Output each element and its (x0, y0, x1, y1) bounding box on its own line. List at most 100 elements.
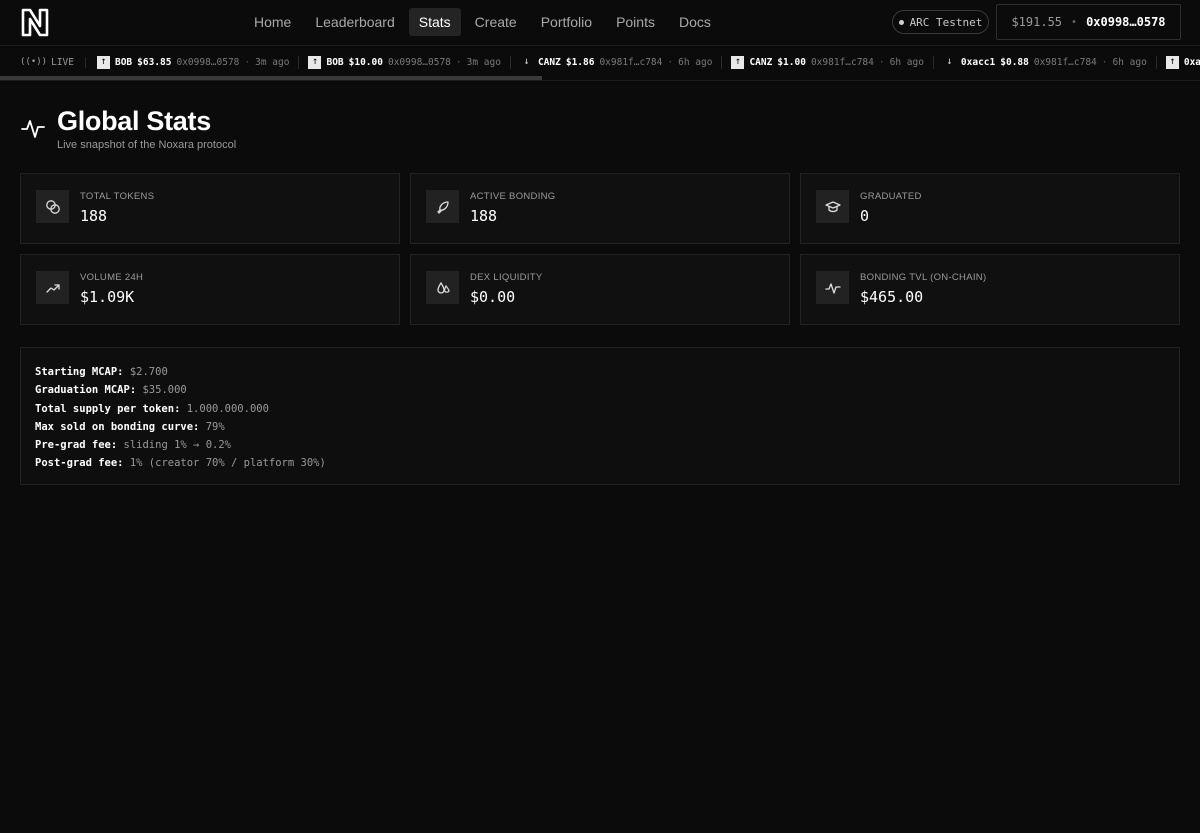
trade-symbol: BOB (114, 56, 133, 68)
trade-dot: · (878, 56, 885, 68)
param-key: Starting MCAP: (35, 366, 124, 378)
nav-home[interactable]: Home (244, 8, 301, 36)
protocol-parameters: Starting MCAP: $2.700 Graduation MCAP: $… (20, 347, 1180, 485)
param-row: Post-grad fee: 1% (creator 70% / platfor… (35, 454, 1179, 472)
stat-label: DEX LIQUIDITY (470, 272, 543, 283)
ticker-trade[interactable]: ↑ BOB $63.85 0x0998…0578 · 3m ago (96, 55, 300, 69)
stat-label: TOTAL TOKENS (80, 191, 155, 202)
trade-dot: · (455, 56, 462, 68)
ticker-trade[interactable]: ↑ BOB $10.00 0x0998…0578 · 3m ago (308, 55, 511, 69)
stat-value: $0.00 (470, 288, 516, 306)
trade-price: $0.88 (1000, 56, 1029, 68)
droplets-icon (426, 271, 459, 304)
param-row: Starting MCAP: $2.700 (35, 363, 1179, 381)
trade-dot: · (667, 56, 674, 68)
stat-card-active-bonding: ACTIVE BONDING 188 (410, 173, 790, 244)
network-name: ARC Testnet (909, 15, 983, 29)
stat-label: ACTIVE BONDING (470, 191, 556, 202)
trade-time: 6h ago (889, 56, 924, 68)
ticker-row: ((•)) LIVE ↑ BOB $63.85 0x0998…0578 · 3m… (20, 54, 1200, 70)
param-row: Total supply per token: 1.000.000.000 (35, 400, 1179, 418)
param-key: Pre-grad fee: (35, 439, 118, 452)
param-key: Max sold on bonding curve: (35, 420, 200, 433)
trending-up-icon (36, 271, 69, 304)
arrow-up-icon: ↑ (1165, 55, 1179, 69)
trade-symbol: CANZ (749, 56, 773, 68)
param-value: 1% (creator 70% / platform 30%) (129, 457, 326, 470)
trade-symbol: 0xacc1 (960, 56, 996, 68)
param-row: Graduation MCAP: $35.000 (35, 381, 1179, 399)
stat-label: GRADUATED (860, 191, 922, 202)
arrow-up-icon: ↑ (96, 55, 110, 69)
noxara-logo[interactable] (20, 6, 50, 38)
param-key: Total supply per token: (35, 402, 181, 415)
stat-value: 188 (80, 207, 108, 225)
graduation-cap-icon (816, 190, 849, 223)
trade-address: 0x0998…0578 (387, 56, 451, 68)
trade-price: $10.00 (348, 56, 383, 68)
stat-value: $465.00 (860, 288, 924, 306)
network-badge[interactable]: ARC Testnet (892, 10, 989, 34)
broadcast-icon: ((•)) (20, 57, 48, 67)
arrow-down-icon: ↓ (946, 56, 953, 67)
trade-address: 0x981f…c784 (1033, 56, 1097, 68)
stat-card-dex-liquidity: DEX LIQUIDITY $0.00 (410, 254, 790, 325)
arrow-up-icon: ↑ (308, 55, 322, 69)
page-title: Global Stats (57, 106, 211, 136)
trade-symbol: CANZ (537, 56, 561, 68)
wallet-separator: • (1071, 16, 1078, 28)
live-trades-ticker: ((•)) LIVE ↑ BOB $63.85 0x0998…0578 · 3m… (0, 47, 1200, 81)
nav-stats[interactable]: Stats (408, 8, 461, 36)
stat-value: $1.09K (80, 288, 135, 306)
network-status-dot (898, 19, 904, 25)
param-value: sliding 1% → 0.2% (123, 439, 231, 452)
nav-portfolio[interactable]: Portfolio (531, 8, 602, 36)
activity-icon (21, 120, 45, 138)
trade-price: $1.00 (777, 56, 806, 68)
ticker-trade[interactable]: ↑ CANZ $1.00 0x981f…c784 · 6h ago (731, 55, 934, 69)
trade-address: 0x981f…c784 (810, 56, 874, 68)
wallet-button[interactable]: $191.55 • 0x0998…0578 (996, 4, 1181, 40)
trade-dot: · (1101, 56, 1108, 68)
live-indicator: ((•)) LIVE (20, 56, 86, 68)
nav-leaderboard[interactable]: Leaderboard (305, 8, 404, 36)
trade-dot: · (244, 56, 251, 68)
nav-create[interactable]: Create (465, 8, 527, 36)
trade-address: 0x981f…c784 (599, 56, 663, 68)
param-row: Max sold on bonding curve: 79% (35, 418, 1179, 436)
trade-symbol: BOB (326, 56, 344, 68)
arrow-down-icon: ↓ (523, 56, 530, 67)
wallet-balance: $191.55 (1011, 15, 1063, 29)
stat-value: 0 (860, 207, 870, 225)
stat-card-total-tokens: TOTAL TOKENS 188 (20, 173, 400, 244)
nav-docs[interactable]: Docs (669, 8, 721, 36)
param-value: $2.700 (129, 366, 168, 378)
trade-symbol: 0xa (1183, 56, 1200, 68)
param-key: Graduation MCAP: (35, 384, 137, 397)
trade-address: 0x0998…0578 (176, 56, 240, 68)
page-subtitle: Live snapshot of the Noxara protocol (57, 139, 237, 151)
trade-price: $1.86 (565, 56, 595, 68)
stat-card-bonding-tvl: BONDING TVL (ON-CHAIN) $465.00 (800, 254, 1180, 325)
trade-time: 3m ago (255, 56, 290, 68)
nav-points[interactable]: Points (606, 8, 665, 36)
param-value: 1.000.000.000 (186, 402, 269, 415)
trade-time: 6h ago (678, 56, 713, 68)
ticker-trade[interactable]: ↓ 0xacc1 $0.88 0x981f…c784 · 6h ago (943, 55, 1157, 69)
ticker-trade[interactable]: ↓ CANZ $1.86 0x981f…c784 · 6h ago (520, 55, 723, 69)
wallet-address: 0x0998…0578 (1086, 15, 1166, 29)
param-key: Post-grad fee: (35, 457, 124, 470)
param-row: Pre-grad fee: sliding 1% → 0.2% (35, 436, 1179, 454)
ticker-scrollbar[interactable] (0, 76, 542, 80)
param-value: $35.000 (142, 384, 187, 397)
trade-time: 6h ago (1112, 56, 1147, 68)
main-nav: Home Leaderboard Stats Create Portfolio … (244, 8, 721, 36)
stat-label: BONDING TVL (ON-CHAIN) (860, 272, 987, 283)
stat-card-graduated: GRADUATED 0 (800, 173, 1180, 244)
activity-icon (816, 271, 849, 304)
ticker-trade[interactable]: ↑ 0xa (1165, 55, 1200, 69)
coins-icon (36, 190, 69, 223)
param-value: 79% (205, 420, 225, 433)
top-navbar: Home Leaderboard Stats Create Portfolio … (0, 0, 1200, 46)
stat-label: VOLUME 24H (80, 272, 144, 283)
